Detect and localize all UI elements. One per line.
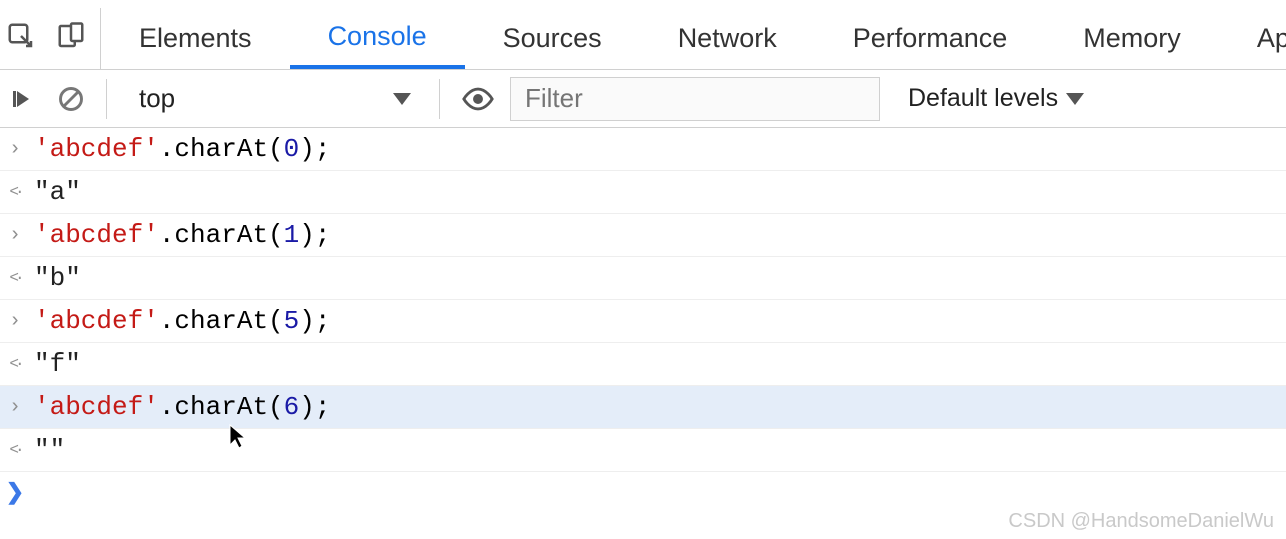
code-text: 'abcdef'.charAt(1); — [26, 220, 330, 250]
console-prompt-row[interactable]: ❯ — [0, 472, 1286, 512]
output-chevron-icon: <· — [4, 183, 26, 201]
chevron-down-icon — [393, 93, 411, 105]
levels-label: Default levels — [908, 84, 1058, 113]
log-levels-selector[interactable]: Default levels — [908, 84, 1084, 113]
tab-performance[interactable]: Performance — [815, 8, 1046, 69]
tab-console[interactable]: Console — [290, 8, 465, 69]
tab-memory[interactable]: Memory — [1045, 8, 1219, 69]
input-chevron-icon: › — [4, 138, 26, 161]
console-input-row[interactable]: ›'abcdef'.charAt(0); — [0, 128, 1286, 171]
clear-console-icon[interactable] — [52, 80, 90, 118]
watermark: CSDN @HandsomeDanielWu — [1008, 510, 1274, 533]
filter-input[interactable] — [510, 77, 880, 121]
output-chevron-icon: <· — [4, 269, 26, 287]
prompt-chevron-icon: ❯ — [4, 479, 26, 505]
tab-network[interactable]: Network — [640, 8, 815, 69]
live-expression-icon[interactable] — [456, 82, 500, 116]
console-output-row[interactable]: <·"b" — [0, 257, 1286, 300]
console-output-row[interactable]: <·"f" — [0, 343, 1286, 386]
code-text: "a" — [26, 177, 81, 207]
device-toggle-icon[interactable] — [56, 21, 86, 56]
toggle-sidebar-icon[interactable] — [4, 80, 42, 118]
console-input-row[interactable]: ›'abcdef'.charAt(5); — [0, 300, 1286, 343]
code-text: 'abcdef'.charAt(5); — [26, 306, 330, 336]
input-chevron-icon: › — [4, 310, 26, 333]
code-text: 'abcdef'.charAt(6); — [26, 392, 330, 422]
console-output-row[interactable]: <·"a" — [0, 171, 1286, 214]
tab-icon-group — [0, 8, 101, 69]
code-text: "f" — [26, 349, 81, 379]
inspect-icon[interactable] — [6, 21, 36, 56]
context-selector[interactable]: top — [123, 78, 423, 120]
input-chevron-icon: › — [4, 224, 26, 247]
tab-sources[interactable]: Sources — [465, 8, 640, 69]
tab-elements[interactable]: Elements — [101, 8, 290, 69]
console-output-row[interactable]: <·"" — [0, 429, 1286, 472]
separator — [439, 79, 440, 119]
devtools-tabs: Elements Console Sources Network Perform… — [0, 8, 1286, 70]
chevron-down-icon — [1066, 93, 1084, 105]
code-text: "" — [26, 435, 65, 465]
separator — [106, 79, 107, 119]
output-chevron-icon: <· — [4, 355, 26, 373]
console-input-row[interactable]: ›'abcdef'.charAt(1); — [0, 214, 1286, 257]
input-chevron-icon: › — [4, 396, 26, 419]
tab-application[interactable]: Application — [1219, 8, 1286, 69]
output-chevron-icon: <· — [4, 441, 26, 459]
console-output: ›'abcdef'.charAt(0);<·"a"›'abcdef'.charA… — [0, 128, 1286, 472]
console-input-row[interactable]: ›'abcdef'.charAt(6); — [0, 386, 1286, 429]
code-text: 'abcdef'.charAt(0); — [26, 134, 330, 164]
code-text: "b" — [26, 263, 81, 293]
context-label: top — [139, 83, 175, 114]
console-toolbar: top Default levels — [0, 70, 1286, 128]
